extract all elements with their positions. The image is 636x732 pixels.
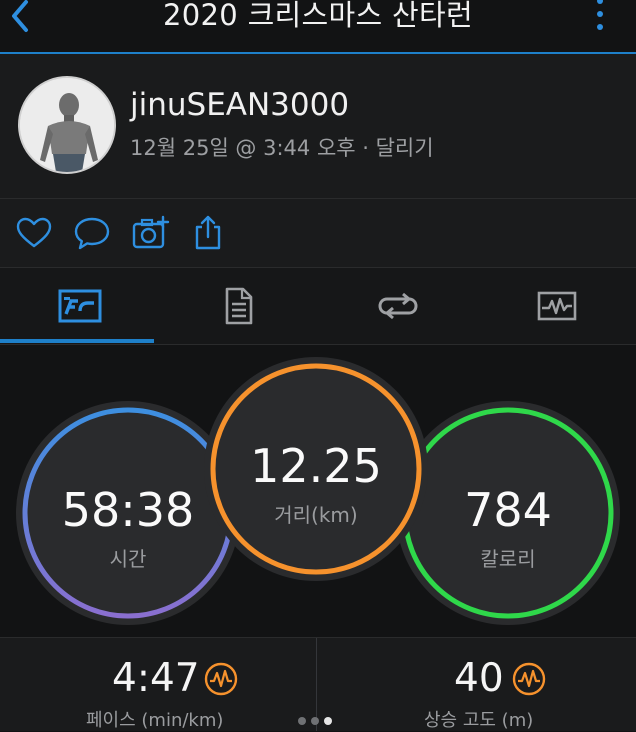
pace-chart-icon[interactable]: [204, 662, 238, 696]
calories-stat: 784 칼로리: [404, 409, 612, 617]
calories-label: 칼로리: [480, 547, 536, 571]
distance-label: 거리(km): [274, 503, 358, 527]
more-options-icon[interactable]: [592, 0, 608, 38]
top-bar: 2020 크리스마스 산타런: [0, 0, 636, 54]
share-icon[interactable]: [188, 213, 228, 253]
page-dot: [298, 717, 306, 725]
username[interactable]: jinuSEAN3000: [130, 87, 349, 123]
active-tab-indicator: [0, 339, 154, 343]
time-stat: 58:38 시간: [24, 409, 232, 617]
ascent-value: 40: [454, 656, 504, 701]
stats-tab-icon: [58, 289, 101, 323]
tab-details[interactable]: [159, 268, 318, 344]
calories-value: 784: [464, 483, 552, 537]
page-dot: [311, 717, 319, 725]
distance-stat: 12.25 거리(km): [212, 365, 420, 573]
page-title: 2020 크리스마스 산타런: [163, 0, 473, 32]
activity-meta: 12월 25일 @ 3:44 오후 · 달리기: [130, 136, 434, 160]
tab-stats[interactable]: [0, 268, 159, 344]
ascent-label: 상승 고도 (m): [424, 710, 534, 731]
details-tab-icon: [225, 287, 252, 325]
time-value: 58:38: [61, 483, 195, 537]
time-label: 시간: [109, 547, 147, 571]
like-icon[interactable]: [14, 213, 54, 253]
tab-laps[interactable]: [318, 268, 477, 344]
avatar-photo-icon: [20, 78, 114, 172]
activity-profile: jinuSEAN3000 12월 25일 @ 3:44 오후 · 달리기: [0, 54, 636, 199]
action-bar: [0, 199, 636, 268]
chart-tab-icon: [537, 291, 576, 321]
summary-stats: 58:38 시간 784 칼로리 12.25 거리(km): [0, 345, 636, 637]
page-indicator[interactable]: [298, 710, 337, 729]
page-dot-active: [324, 717, 332, 725]
avatar[interactable]: [18, 76, 116, 174]
pace-label: 페이스 (min/km): [86, 710, 224, 731]
pace-value: 4:47: [112, 656, 200, 701]
ascent-chart-icon[interactable]: [512, 662, 546, 696]
laps-tab-icon: [377, 292, 418, 320]
tab-chart[interactable]: [477, 268, 636, 344]
tab-bar: [0, 268, 636, 345]
add-photo-icon[interactable]: [130, 213, 170, 253]
comment-icon[interactable]: [72, 213, 112, 253]
distance-value: 12.25: [250, 439, 382, 493]
